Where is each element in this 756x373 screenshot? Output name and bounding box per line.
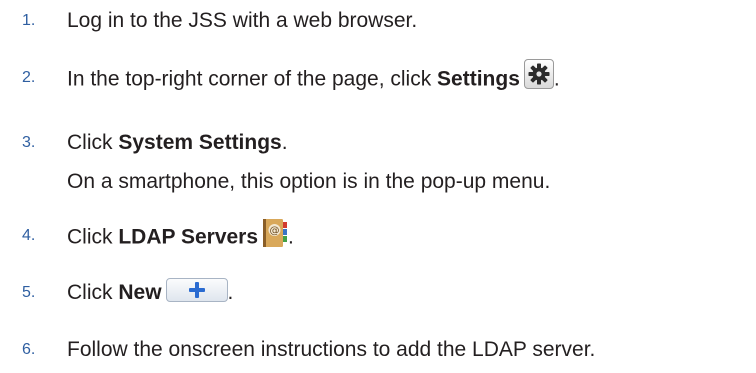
- step-5: 5. Click New .: [0, 278, 756, 310]
- step-prefix: Click: [67, 131, 119, 154]
- system-settings-label: System Settings: [118, 131, 282, 154]
- step-suffix: .: [288, 225, 294, 249]
- step-4: 4. Click LDAP Servers @ .: [0, 219, 756, 253]
- step-number: 3.: [22, 134, 36, 151]
- step-3: 3. Click System Settings.: [0, 130, 756, 160]
- step-number: 2.: [22, 69, 36, 86]
- step-3-note: On a smartphone, this option is in the p…: [67, 170, 551, 193]
- step-prefix: Click: [67, 225, 119, 249]
- step-2: 2. In the top-right corner of the page, …: [0, 59, 756, 95]
- step-text: Log in to the JSS with a web browser.: [67, 9, 418, 32]
- step-number: 4.: [22, 227, 36, 244]
- new-label: New: [118, 281, 162, 304]
- plus-icon: [165, 278, 228, 303]
- step-suffix: .: [227, 281, 234, 304]
- step-prefix: In the top-right corner of the page, cli…: [67, 67, 438, 91]
- step-text: Click New .: [67, 278, 234, 306]
- ldap-servers-label: LDAP Servers: [118, 225, 259, 249]
- step-suffix: .: [553, 67, 560, 91]
- step-text: Click System Settings.: [67, 130, 288, 156]
- gear-icon: [523, 59, 554, 89]
- step-number: 6.: [22, 341, 36, 358]
- address-book-icon: @: [262, 218, 288, 248]
- step-suffix: .: [281, 131, 288, 154]
- svg-text:@: @: [270, 226, 280, 237]
- step-1: 1. Log in to the JSS with a web browser.: [0, 8, 756, 38]
- settings-label: Settings: [437, 67, 520, 91]
- step-text: Click LDAP Servers @ .: [67, 219, 294, 253]
- step-number: 1.: [22, 12, 36, 29]
- step-text: In the top-right corner of the page, cli…: [67, 59, 560, 95]
- step-number: 5.: [22, 284, 36, 301]
- step-6: 6. Follow the onscreen instructions to a…: [0, 337, 756, 367]
- step-prefix: Click: [67, 281, 119, 304]
- step-text: Follow the onscreen instructions to add …: [67, 338, 596, 361]
